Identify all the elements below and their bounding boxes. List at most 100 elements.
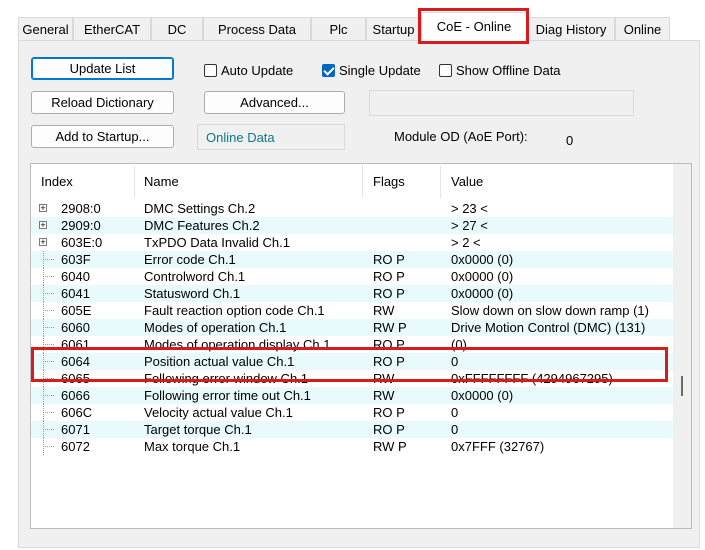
cell-index: 6072 xyxy=(61,439,90,454)
column-header-value[interactable]: Value xyxy=(451,174,483,189)
update-list-button[interactable]: Update List xyxy=(31,57,174,80)
add-to-startup-button[interactable]: Add to Startup... xyxy=(31,125,174,148)
cell-flags: RO P xyxy=(373,286,405,301)
show-offline-data-label: Show Offline Data xyxy=(456,63,561,78)
tab-ethercat[interactable]: EtherCAT xyxy=(73,17,151,40)
cell-flags: RO P xyxy=(373,269,405,284)
auto-update-checkbox[interactable]: Auto Update xyxy=(204,62,293,80)
cell-index: 603E:0 xyxy=(61,235,103,250)
table-row[interactable]: 6065 Following error window Ch.1 RW 0xFFFFF… xyxy=(31,370,673,387)
cell-index: 6041 xyxy=(61,286,90,301)
table-row[interactable]: 6071 Target torque Ch.1 RO P 0 xyxy=(31,421,673,438)
cell-value: 0x0000 (0) xyxy=(451,388,514,403)
tab-general[interactable]: General xyxy=(18,17,73,40)
module-od-value: 0 xyxy=(566,133,574,148)
table-row[interactable]: 6064 Position actual value Ch.1 RO P 0 xyxy=(31,353,673,370)
tree-branch xyxy=(43,378,55,379)
cell-flags: RW xyxy=(373,371,395,386)
cell-name: Following error time out Ch.1 xyxy=(144,388,311,403)
cell-index: 603F xyxy=(61,252,91,267)
cell-name: Error code Ch.1 xyxy=(144,252,236,267)
cell-index: 2908:0 xyxy=(61,201,101,216)
reload-dictionary-button[interactable]: Reload Dictionary xyxy=(31,91,174,114)
cell-value: > 2 < xyxy=(451,235,481,250)
tree-branch xyxy=(43,446,55,447)
auto-update-label: Auto Update xyxy=(221,63,294,78)
checkmark-icon xyxy=(322,64,335,77)
column-header-index[interactable]: Index xyxy=(41,174,73,189)
tree-branch xyxy=(43,395,55,396)
object-dictionary-list[interactable]: Index Name Flags Value +2908:0 DMC Settin… xyxy=(30,163,692,529)
online-data-field: Online Data xyxy=(197,124,345,150)
tree-branch xyxy=(43,412,55,413)
column-divider[interactable] xyxy=(362,166,363,198)
cell-name: Target torque Ch.1 xyxy=(144,422,252,437)
table-row[interactable]: 6072 Max torque Ch.1 RW P 0x7FFF (32767) xyxy=(31,438,673,455)
cell-value: > 23 < xyxy=(451,201,488,216)
tab-startup[interactable]: Startup xyxy=(366,17,421,40)
cell-name: Fault reaction option code Ch.1 xyxy=(144,303,325,318)
show-offline-data-checkbox[interactable]: Show Offline Data xyxy=(439,62,561,80)
table-row[interactable]: 6060 Modes of operation Ch.1 RW P Drive Mot… xyxy=(31,319,673,336)
column-divider[interactable] xyxy=(440,166,441,198)
tab-process-data[interactable]: Process Data xyxy=(203,17,311,40)
vertical-scrollbar[interactable] xyxy=(673,164,691,528)
cell-value: Drive Motion Control (DMC) (131) xyxy=(451,320,646,335)
table-row[interactable]: 6041 Statusword Ch.1 RO P 0x0000 (0) xyxy=(31,285,673,302)
tab-diag-history[interactable]: Diag History xyxy=(527,17,615,40)
table-row[interactable]: +2909:0 DMC Features Ch.2 > 27 < xyxy=(31,217,673,234)
expand-icon[interactable]: + xyxy=(39,204,47,213)
tree-branch xyxy=(43,259,55,260)
single-update-checkbox[interactable]: Single Update xyxy=(322,62,421,80)
tree-branch xyxy=(43,361,55,362)
table-row[interactable]: 606C Velocity actual value Ch.1 RO P 0 xyxy=(31,404,673,421)
cell-flags: RW P xyxy=(373,320,407,335)
tab-coe-online[interactable]: CoE - Online xyxy=(421,12,527,41)
cell-index: 6060 xyxy=(61,320,90,335)
cell-flags: RO P xyxy=(373,405,405,420)
cell-name: TxPDO Data Invalid Ch.1 xyxy=(144,235,290,250)
tab-plc[interactable]: Plc xyxy=(311,17,366,40)
cell-flags: RO P xyxy=(373,337,405,352)
table-row[interactable]: +603E:0 TxPDO Data Invalid Ch.1 > 2 < xyxy=(31,234,673,251)
status-field xyxy=(369,90,634,116)
table-row[interactable]: 6040 Controlword Ch.1 RO P 0x0000 (0) xyxy=(31,268,673,285)
table-row[interactable]: +2908:0 DMC Settings Ch.2 > 23 < xyxy=(31,200,673,217)
cell-value: 0xFFFFFFFF (4294967295) xyxy=(451,371,613,386)
cell-name: DMC Settings Ch.2 xyxy=(144,201,256,216)
cell-value: 0 xyxy=(451,422,459,437)
cell-flags: RW xyxy=(373,303,395,318)
cell-value: 0x0000 (0) xyxy=(451,269,514,284)
cell-name: Statusword Ch.1 xyxy=(144,286,241,301)
tab-dc[interactable]: DC xyxy=(151,17,203,40)
tree-branch xyxy=(43,429,55,430)
advanced-button[interactable]: Advanced... xyxy=(204,91,345,114)
tab-strip: General EtherCAT DC Process Data Plc Sta… xyxy=(0,0,705,41)
cell-flags: RO P xyxy=(373,422,405,437)
cell-flags: RO P xyxy=(373,252,405,267)
cell-name: DMC Features Ch.2 xyxy=(144,218,260,233)
tree-branch xyxy=(43,293,55,294)
single-update-label: Single Update xyxy=(339,63,421,78)
column-header-name[interactable]: Name xyxy=(144,174,179,189)
expand-icon[interactable]: + xyxy=(39,221,47,230)
cell-index: 6065 xyxy=(61,371,90,386)
scrollbar-thumb[interactable] xyxy=(681,376,683,396)
table-row[interactable]: 603F Error code Ch.1 RO P 0x0000 (0) xyxy=(31,251,673,268)
cell-index: 6040 xyxy=(61,269,90,284)
cell-value: 0x0000 (0) xyxy=(451,286,514,301)
expand-icon[interactable]: + xyxy=(39,238,47,247)
cell-value: Slow down on slow down ramp (1) xyxy=(451,303,649,318)
table-row[interactable]: 6061 Modes of operation display Ch.1 RO P (… xyxy=(31,336,673,353)
tab-online[interactable]: Online xyxy=(615,17,670,40)
cell-index: 606C xyxy=(61,405,93,420)
cell-value: 0x0000 (0) xyxy=(451,252,514,267)
tree-branch xyxy=(43,310,55,311)
column-header-flags[interactable]: Flags xyxy=(373,174,405,189)
column-divider[interactable] xyxy=(134,166,135,198)
cell-index: 2909:0 xyxy=(61,218,101,233)
table-row[interactable]: 605E Fault reaction option code Ch.1 RW Slo… xyxy=(31,302,673,319)
table-row[interactable]: 6066 Following error time out Ch.1 RW 0x000… xyxy=(31,387,673,404)
module-od-label: Module OD (AoE Port): xyxy=(394,129,528,144)
cell-flags: RW P xyxy=(373,439,407,454)
